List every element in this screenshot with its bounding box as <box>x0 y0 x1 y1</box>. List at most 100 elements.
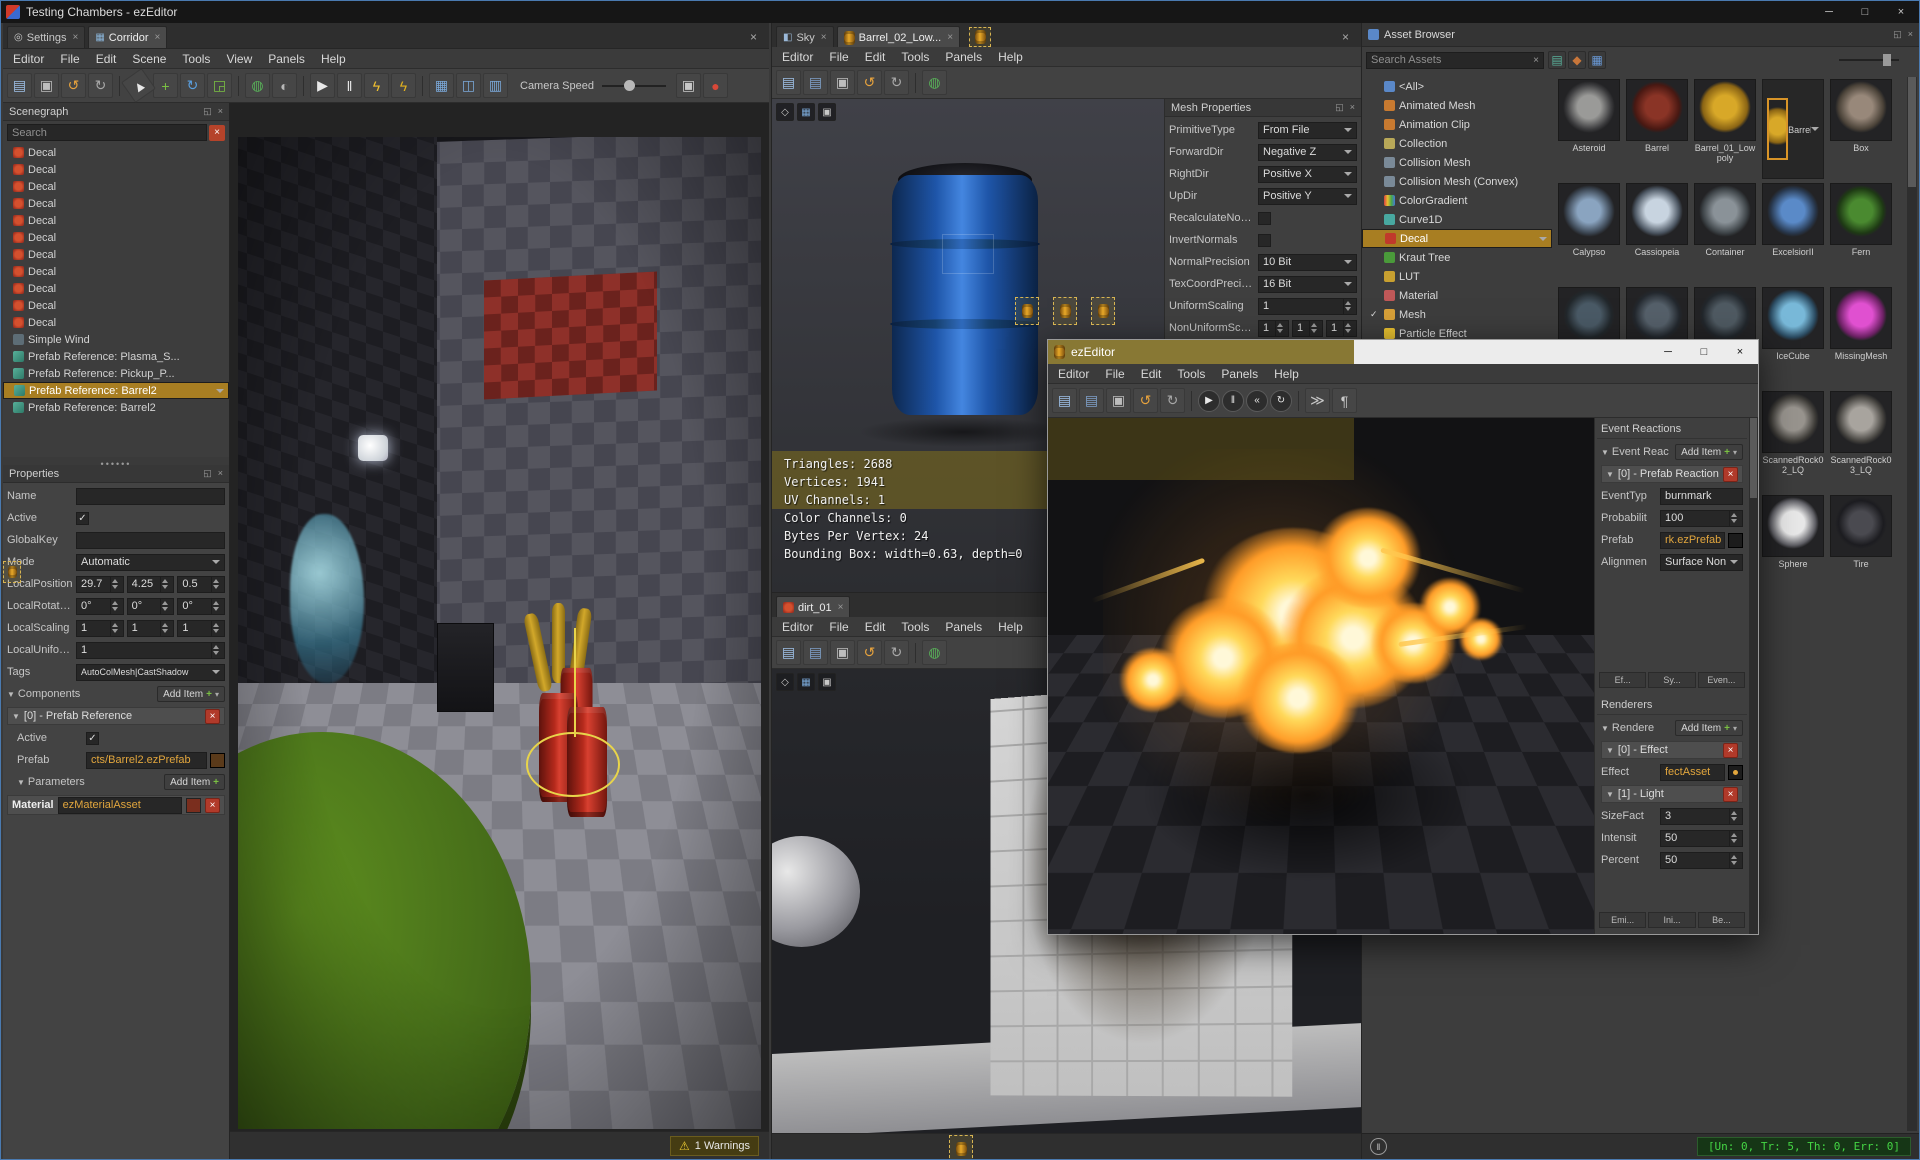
prop-spinner[interactable]: 1 <box>1258 297 1357 315</box>
menu-edit[interactable]: Edit <box>857 618 894 636</box>
scenegraph-item[interactable]: Decal <box>3 263 229 280</box>
delete-material-button[interactable]: × <box>205 797 220 813</box>
menu-tools[interactable]: Tools <box>893 618 937 636</box>
shot-icon[interactable]: ▣ <box>818 103 836 121</box>
delete-component-button[interactable]: × <box>205 708 220 724</box>
menu-help[interactable]: Help <box>990 618 1031 636</box>
prop-select[interactable]: From File <box>1258 121 1357 139</box>
menu-help[interactable]: Help <box>1266 365 1307 383</box>
close-tab-icon[interactable]: × <box>947 32 953 43</box>
warnings-badge[interactable]: ⚠ 1 Warnings <box>670 1135 759 1156</box>
menu-editor[interactable]: Editor <box>774 48 821 66</box>
asset-item[interactable]: Sphere <box>1762 495 1824 595</box>
undo-icon[interactable]: ↺ <box>857 70 882 95</box>
grid-icon[interactable]: ▦ <box>797 673 815 691</box>
close-tab-icon[interactable]: × <box>838 602 844 613</box>
scenegraph-item[interactable]: Prefab Reference: Barrel2 <box>3 399 229 416</box>
asset-item[interactable]: Fern <box>1830 183 1892 283</box>
pin-icon[interactable]: ¶ <box>1332 388 1357 413</box>
shot-icon[interactable]: ▣ <box>818 673 836 691</box>
asset-item[interactable]: ExcelsiorII <box>1762 183 1824 283</box>
event-type-input[interactable]: burnmark <box>1660 487 1743 505</box>
float-panel-icon[interactable]: ◱ <box>203 106 212 117</box>
effect-renderer-header[interactable]: ▼ [0] - Effect × <box>1601 741 1743 759</box>
menu-file[interactable]: File <box>821 48 856 66</box>
tab-barrel-02-low[interactable]: Barrel_02_Low... × <box>836 26 961 48</box>
screenshot-icon[interactable]: ▣ <box>676 73 701 98</box>
camera-angle-icon[interactable]: ◇ <box>776 673 794 691</box>
menu-editor[interactable]: Editor <box>5 50 52 68</box>
light-renderer-header[interactable]: ▼ [1] - Light × <box>1601 785 1743 803</box>
rotate-icon[interactable]: ↻ <box>180 73 205 98</box>
delete-renderer-button[interactable]: × <box>1723 742 1738 758</box>
alignment-select[interactable]: Surface Non <box>1660 553 1743 571</box>
scenegraph-item[interactable]: Decal <box>3 195 229 212</box>
particle-preview-viewport[interactable] <box>1048 418 1594 934</box>
collapse-icon[interactable]: ▼ <box>1601 724 1609 733</box>
prop-input[interactable] <box>76 531 225 549</box>
grid-icon[interactable]: ▦ <box>797 103 815 121</box>
scenegraph-item[interactable]: Decal <box>3 297 229 314</box>
prop-spinner[interactable]: 1 <box>177 619 226 637</box>
save-all-icon[interactable]: ▤ <box>803 640 828 665</box>
asset-item[interactable]: IceCube <box>1762 287 1824 387</box>
asset-item[interactable]: Asteroid <box>1558 79 1620 179</box>
clear-search-icon[interactable]: × <box>209 124 225 141</box>
scenegraph-item[interactable]: Decal <box>3 178 229 195</box>
menu-editor[interactable]: Editor <box>1050 365 1097 383</box>
pause-icon[interactable]: ‖ <box>337 73 362 98</box>
record-icon[interactable]: ● <box>703 73 728 98</box>
redo-icon[interactable]: ↻ <box>1160 388 1185 413</box>
menu-panels[interactable]: Panels <box>1213 365 1266 383</box>
menu-file[interactable]: File <box>1097 365 1132 383</box>
prop-spinner[interactable]: 1 <box>1258 319 1289 337</box>
menu-help[interactable]: Help <box>313 50 354 68</box>
material-color-swatch[interactable] <box>186 797 201 813</box>
asset-item[interactable]: Calypso <box>1558 183 1620 283</box>
add-renderer-button[interactable]: Add Item + ▾ <box>1675 720 1743 736</box>
menu-file[interactable]: File <box>52 50 87 68</box>
browse-asset-button[interactable] <box>210 752 225 768</box>
doc-tab-corridor[interactable]: ▦ Corridor × <box>88 26 168 48</box>
copy-icon[interactable]: ▣ <box>1106 388 1131 413</box>
translate-icon[interactable]: + <box>153 73 178 98</box>
close-button[interactable]: × <box>1722 340 1758 364</box>
asset-grid-scrollbar[interactable] <box>1907 77 1917 1131</box>
scale-icon[interactable]: ◲ <box>207 73 232 98</box>
world-icon[interactable]: ◍ <box>245 73 270 98</box>
speed-icon[interactable]: ≫ <box>1305 388 1330 413</box>
menu-edit[interactable]: Edit <box>857 48 894 66</box>
prop-checkbox[interactable] <box>1258 211 1271 225</box>
prop-spinner[interactable]: 4.25 <box>126 575 175 593</box>
undo-icon[interactable]: ↺ <box>61 73 86 98</box>
close-button[interactable]: × <box>1883 1 1919 23</box>
prefab-asset-field[interactable]: rk.ezPrefab <box>1660 531 1725 549</box>
menu-panels[interactable]: Panels <box>937 48 990 66</box>
menu-scene[interactable]: Scene <box>124 50 174 68</box>
save-icon[interactable]: ▤ <box>1052 388 1077 413</box>
effect-asset-field[interactable]: fectAsset <box>1660 763 1725 781</box>
scenegraph-item[interactable]: Prefab Reference: Plasma_S... <box>3 348 229 365</box>
asset-item[interactable]: ScannedRock03_LQ <box>1830 391 1892 491</box>
scenegraph-item[interactable]: Decal <box>3 212 229 229</box>
component-header[interactable]: ▼ [0] - Prefab Reference × <box>7 707 225 725</box>
export-icon[interactable]: ϟ <box>391 73 416 98</box>
browse-asset-button[interactable] <box>1728 764 1743 780</box>
prefab-asset-field[interactable]: cts/Barrel2.ezPrefab <box>86 751 207 769</box>
prefab-reaction-header[interactable]: ▼ [0] - Prefab Reaction × <box>1601 465 1743 483</box>
scenegraph-item[interactable]: Decal <box>3 161 229 178</box>
menu-editor[interactable]: Editor <box>774 618 821 636</box>
play-icon[interactable]: ▶ <box>310 73 335 98</box>
snap-icon[interactable]: ◫ <box>456 73 481 98</box>
scenegraph-search-input[interactable]: Search <box>7 124 207 141</box>
probability-spinner[interactable]: 100 <box>1660 509 1743 527</box>
tab-initializer[interactable]: Ini... <box>1648 912 1696 928</box>
prop-select[interactable]: Positive Y <box>1258 187 1357 205</box>
prop-spinner[interactable]: 0° <box>126 597 175 615</box>
restart-icon[interactable]: « <box>1246 389 1268 412</box>
tab-dirt-01[interactable]: dirt_01 × <box>776 596 851 618</box>
scenegraph-item[interactable]: Prefab Reference: Pickup_P... <box>3 365 229 382</box>
pause-icon[interactable]: ‖ <box>1222 389 1244 412</box>
prop-spinner[interactable]: 0.5 <box>177 575 226 593</box>
close-window-icon[interactable]: × <box>1334 30 1357 44</box>
